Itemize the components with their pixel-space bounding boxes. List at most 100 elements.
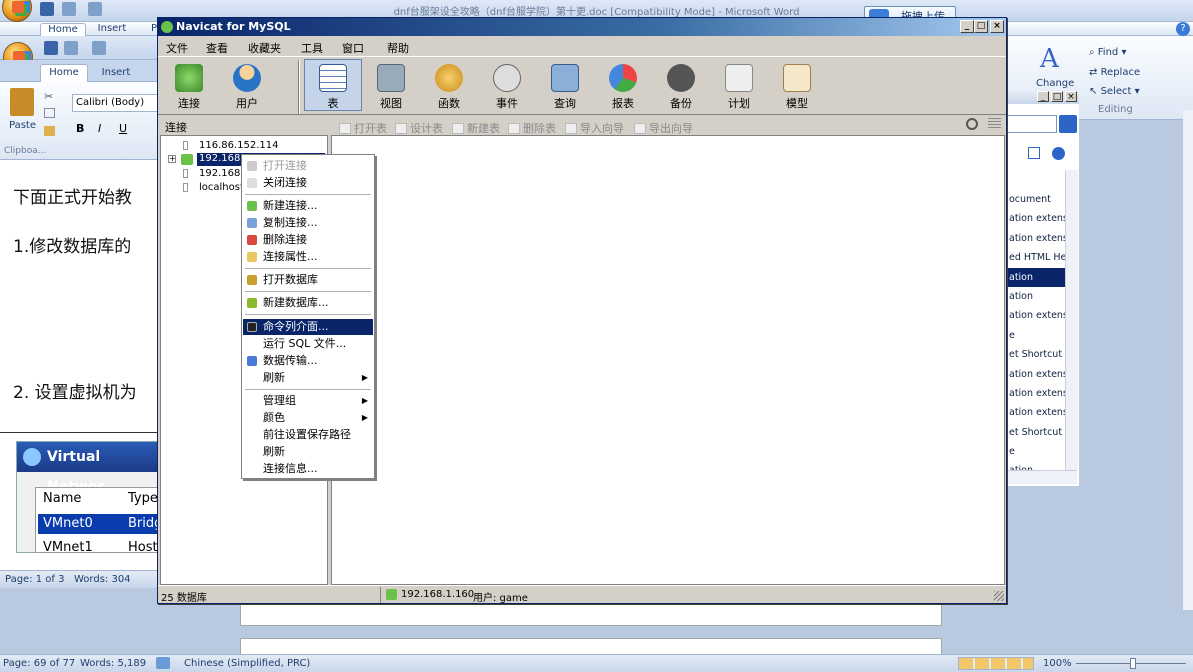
zoom-thumb[interactable] [1130, 658, 1136, 669]
design-table-button[interactable]: 设计表 [395, 120, 443, 136]
format-painter-icon[interactable] [44, 126, 55, 136]
pane-search-input[interactable] [1007, 115, 1057, 133]
menu-tools[interactable]: 工具 [301, 40, 323, 56]
pane-list-item[interactable]: ation extensio [1007, 209, 1065, 228]
toolbar-view[interactable]: 视图 [364, 60, 418, 114]
select-button[interactable]: ↖ Select ▾ [1089, 86, 1140, 97]
status-words[interactable]: Words: 5,189 [80, 658, 146, 669]
ctx-color[interactable]: 颜色 ▶ [243, 410, 373, 426]
menu-window[interactable]: 窗口 [342, 40, 364, 56]
ctx-refresh-sub[interactable]: 刷新 ▶ [243, 370, 373, 386]
menu-help[interactable]: 帮助 [387, 40, 409, 56]
export-wizard-button[interactable]: 导出向导 [634, 120, 693, 136]
pane-minimize-icon[interactable]: _ [1037, 91, 1049, 102]
find-button[interactable]: ⌕ Find ▾ [1089, 47, 1126, 58]
ctx-command-line[interactable]: 命令列介面... [243, 319, 373, 335]
ctx-open-database[interactable]: 打开数据库 [243, 272, 373, 288]
search-icon[interactable] [966, 118, 978, 130]
navicat-minimize-icon[interactable]: _ [960, 20, 974, 33]
navicat-close-icon[interactable]: × [990, 20, 1004, 33]
navicat-maximize-icon[interactable]: □ [974, 20, 988, 33]
redo-icon-front[interactable] [92, 41, 106, 55]
toolbar-connection[interactable]: 连接 [162, 60, 216, 114]
pane-list-item[interactable]: ation extensio [1007, 365, 1065, 384]
pane-list-item[interactable]: et Shortcut [1007, 345, 1065, 364]
import-wizard-button[interactable]: 导入向导 [565, 120, 624, 136]
word-vscrollbar[interactable] [1183, 110, 1193, 610]
pane-list-item[interactable]: e [1007, 326, 1065, 345]
tab-home-front[interactable]: Home [40, 64, 88, 82]
save-icon-front[interactable] [44, 41, 58, 55]
bold-button[interactable]: B [76, 122, 84, 135]
change-styles-icon[interactable]: A [1040, 44, 1070, 74]
menu-view[interactable]: 查看 [206, 40, 228, 56]
tab-insert-front[interactable]: Insert [96, 67, 136, 78]
front-status-words[interactable]: Words: 304 [74, 574, 131, 585]
ctx-manage-group[interactable]: 管理组 ▶ [243, 393, 373, 409]
pane-list-item[interactable]: ocument [1007, 190, 1065, 209]
pane-close-icon[interactable]: × [1065, 91, 1077, 102]
ctx-goto-save-path[interactable]: 前往设置保存路径 [243, 427, 373, 443]
ctx-copy-connection[interactable]: 复制连接... [243, 215, 373, 231]
proofing-icon[interactable] [156, 657, 170, 669]
ctx-connection-properties[interactable]: 连接属性... [243, 249, 373, 265]
replace-button[interactable]: ⇄ Replace [1089, 67, 1140, 78]
pane-list-item[interactable]: ed HTML Help [1007, 248, 1065, 267]
pane-list-item[interactable]: ation extensio [1007, 306, 1065, 325]
pane-list-item[interactable]: et Shortcut [1007, 423, 1065, 442]
toolbar-model[interactable]: 模型 [770, 60, 824, 114]
pane-hscrollbar[interactable] [1007, 470, 1077, 484]
ctx-new-database[interactable]: 新建数据库... [243, 295, 373, 311]
view-buttons[interactable] [958, 657, 1034, 670]
pane-list-item[interactable]: ation extensio [1007, 403, 1065, 422]
pane-list-item[interactable]: e [1007, 442, 1065, 461]
pane-list-item[interactable]: ation [1007, 267, 1065, 287]
ctx-open-connection[interactable]: 打开连接 [243, 158, 373, 174]
menu-file[interactable]: 文件 [166, 40, 188, 56]
toolbar-user[interactable]: 用户 [220, 60, 274, 114]
menu-favorites[interactable]: 收藏夹 [248, 40, 281, 56]
toolbar-function[interactable]: 函数 [422, 60, 476, 114]
tab-home-back[interactable]: Home [40, 23, 86, 36]
new-table-button[interactable]: 新建表 [452, 120, 500, 136]
ctx-run-sql-file[interactable]: 运行 SQL 文件... [243, 336, 373, 352]
toolbar-report[interactable]: 报表 [596, 60, 650, 114]
cut-icon[interactable]: ✂ [44, 90, 56, 103]
underline-button[interactable]: U [119, 122, 127, 135]
pane-list-item[interactable]: ation [1007, 461, 1065, 470]
pane-scrollbar[interactable] [1065, 170, 1078, 470]
toolbar-table[interactable]: 表 [304, 59, 362, 111]
ctx-connection-info[interactable]: 连接信息... [243, 461, 373, 477]
delete-table-button[interactable]: 删除表 [508, 120, 556, 136]
ctx-data-transfer[interactable]: 数据传输... [243, 353, 373, 369]
status-language[interactable]: Chinese (Simplified, PRC) [184, 658, 310, 669]
toolbar-event[interactable]: 事件 [480, 60, 534, 114]
tree-expand-icon[interactable]: + [168, 155, 176, 163]
status-page[interactable]: Page: 69 of 77 [3, 658, 75, 669]
pane-maximize-icon[interactable]: □ [1051, 91, 1063, 102]
pane-search-icon[interactable] [1059, 115, 1077, 133]
tab-insert-back[interactable]: Insert [92, 23, 132, 34]
toolbar-schedule[interactable]: 计划 [712, 60, 766, 114]
pane-view-icon[interactable] [1028, 147, 1040, 159]
tree-item-1[interactable]: 116.86.152.114 [199, 140, 279, 151]
list-view-icon[interactable] [988, 118, 1001, 130]
ctx-close-connection[interactable]: 关闭连接 [243, 175, 373, 191]
undo-icon-front[interactable] [64, 41, 78, 55]
resize-grip[interactable] [994, 591, 1004, 601]
italic-button[interactable]: I [98, 122, 101, 135]
ctx-refresh[interactable]: 刷新 [243, 444, 373, 460]
pane-help-icon[interactable] [1052, 147, 1065, 160]
paste-icon[interactable] [10, 88, 34, 116]
pane-list-item[interactable]: ation [1007, 287, 1065, 306]
font-name-input[interactable]: Calibri (Body) [72, 94, 158, 112]
pane-list-item[interactable]: ation extensio [1007, 384, 1065, 403]
zoom-level[interactable]: 100% [1043, 658, 1072, 669]
pane-list-item[interactable]: ation extensio [1007, 229, 1065, 248]
help-icon[interactable]: ? [1176, 22, 1190, 36]
front-status-page[interactable]: Page: 1 of 3 [5, 574, 64, 585]
toolbar-query[interactable]: 查询 [538, 60, 592, 114]
ctx-delete-connection[interactable]: 删除连接 [243, 232, 373, 248]
copy-icon[interactable] [44, 108, 55, 118]
open-table-button[interactable]: 打开表 [339, 120, 387, 136]
